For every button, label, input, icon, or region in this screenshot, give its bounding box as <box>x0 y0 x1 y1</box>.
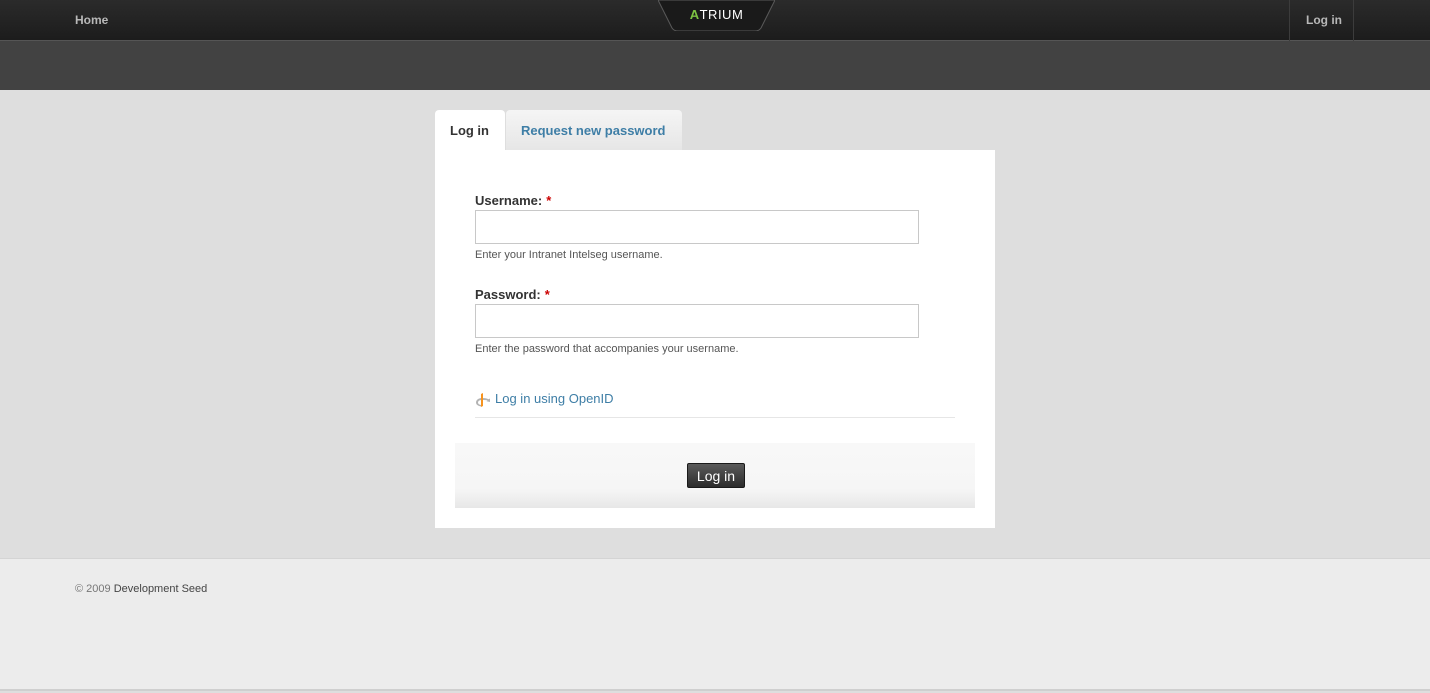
tab-log-in[interactable]: Log in <box>435 110 505 151</box>
login-form-panel: Username: * Enter your Intranet Intelseg … <box>435 150 995 528</box>
footer-copyright: © 2009 Development Seed <box>75 583 207 595</box>
password-required-marker: * <box>544 287 550 302</box>
login-submit-button[interactable]: Log in <box>687 463 745 488</box>
password-help-text: Enter the password that accompanies your… <box>475 343 739 355</box>
openid-login-link[interactable]: Log in using OpenID <box>495 391 614 406</box>
atrium-logo[interactable]: ATRIUM <box>658 0 775 31</box>
development-seed-link[interactable]: Development Seed <box>114 583 208 595</box>
openid-row: Log in using OpenID <box>475 389 955 418</box>
password-input[interactable] <box>475 304 919 338</box>
form-actions: Log in <box>455 443 975 508</box>
username-input[interactable] <box>475 210 919 244</box>
openid-icon <box>476 393 490 407</box>
username-help-text: Enter your Intranet Intelseg username. <box>475 249 663 261</box>
username-label: Username: * <box>475 193 551 208</box>
page-footer: © 2009 Development Seed <box>0 558 1430 691</box>
secondary-bar <box>0 41 1430 90</box>
username-required-marker: * <box>546 193 552 208</box>
username-label-text: Username: <box>475 193 543 208</box>
copyright-text: © 2009 <box>75 583 111 595</box>
tab-request-new-password[interactable]: Request new password <box>506 110 682 150</box>
top-navigation-bar: Home ATRIUM Log in <box>0 0 1430 41</box>
nav-login-link[interactable]: Log in <box>1306 13 1342 27</box>
password-label-text: Password: <box>475 287 541 302</box>
nav-home-link[interactable]: Home <box>75 13 108 27</box>
logo-wordmark: TRIUM <box>699 7 744 22</box>
logo-text: ATRIUM <box>658 7 775 22</box>
nav-login-area: Log in <box>1289 0 1354 41</box>
logo-accent-letter: A <box>689 7 700 22</box>
password-label: Password: * <box>475 287 550 302</box>
